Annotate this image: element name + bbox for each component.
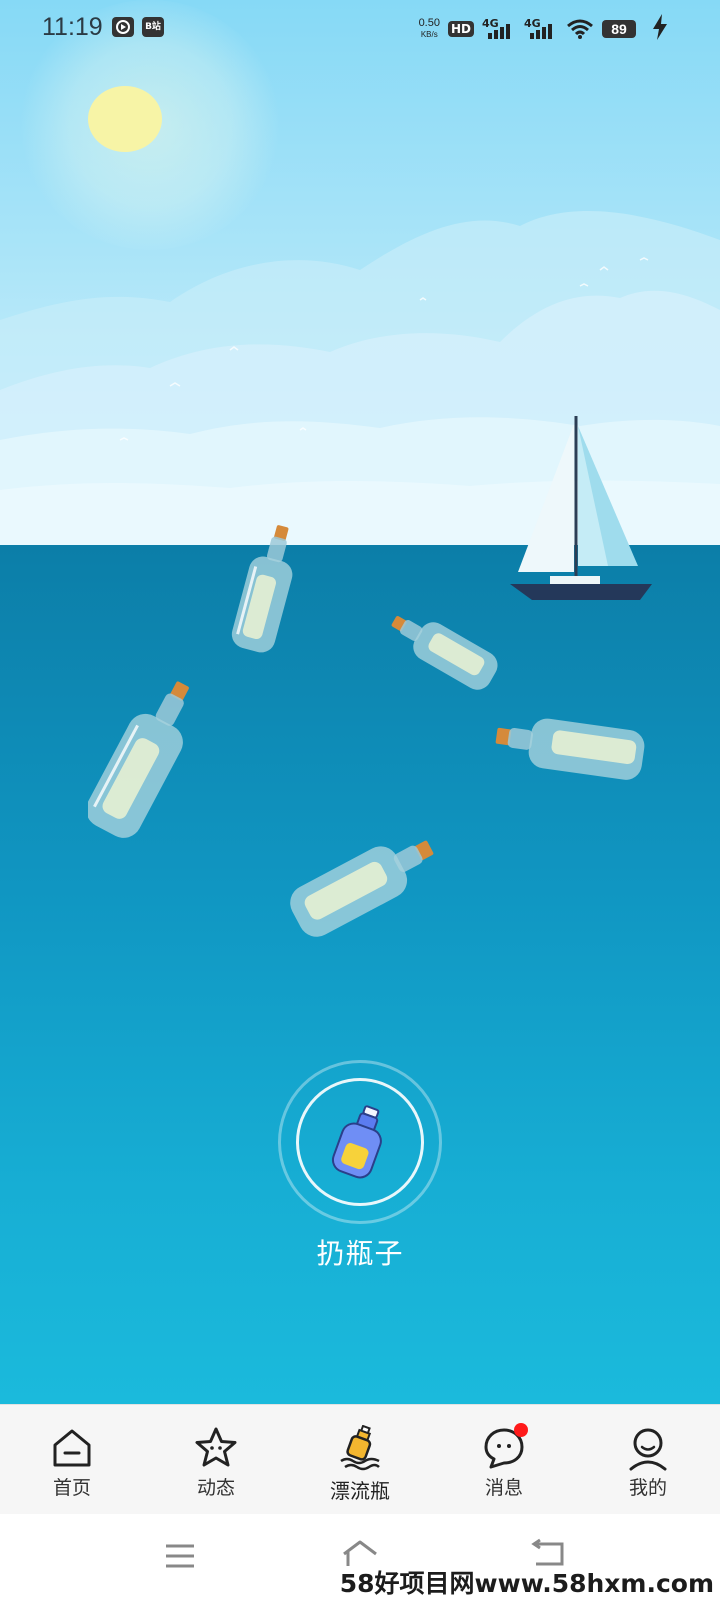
signal-sim2-icon: 4G	[524, 17, 558, 41]
status-time: 11:19	[42, 13, 103, 41]
bottle-icon	[331, 1105, 382, 1179]
tab-moments-label: 动态	[196, 1477, 235, 1499]
tab-home-label: 首页	[52, 1477, 91, 1499]
signal-sim1-icon: 4G	[482, 17, 516, 41]
ocean-scene: 扔瓶子	[0, 0, 720, 1404]
watermark: 58好项目网www.58hxm.com	[339, 1569, 714, 1598]
tab-drift-bottle[interactable]: 漂流瓶	[288, 1405, 432, 1515]
tab-profile-label: 我的	[628, 1477, 667, 1499]
home-icon	[53, 1429, 91, 1467]
throw-bottle-button[interactable]	[278, 1060, 442, 1224]
sailboat	[510, 416, 652, 600]
charging-icon	[653, 14, 667, 40]
throw-bottle-label[interactable]: 扔瓶子	[260, 1232, 460, 1272]
floating-bottle[interactable]	[88, 670, 198, 850]
video-app-icon	[112, 17, 134, 37]
unread-badge	[514, 1423, 528, 1437]
battery-level: 89	[602, 20, 636, 38]
profile-icon	[629, 1428, 667, 1471]
status-bar: 11:19 B站 0.50 KB/s HD 4G 4G 89	[0, 0, 720, 58]
net-speed: 0.50 KB/s	[419, 18, 440, 40]
tab-drift-bottle-label: 漂流瓶	[330, 1479, 390, 1503]
floating-bottle[interactable]	[276, 820, 446, 950]
net-speed-value: 0.50	[418, 17, 440, 29]
menu-icon[interactable]	[160, 1536, 200, 1576]
wifi-icon	[567, 19, 593, 39]
floating-bottle[interactable]	[226, 520, 306, 660]
drift-bottle-icon	[340, 1425, 380, 1471]
tab-messages-label: 消息	[484, 1477, 523, 1499]
hd-badge: HD	[447, 21, 474, 37]
tab-home[interactable]: 首页	[0, 1405, 144, 1515]
tv-app-icon-text: B站	[145, 22, 161, 32]
system-nav-bar: 58好项目网www.58hxm.com	[0, 1514, 720, 1600]
status-icons: 0.50 KB/s HD 4G 4G 89	[419, 14, 636, 44]
star-icon	[195, 1427, 237, 1467]
tab-profile[interactable]: 我的	[576, 1405, 720, 1515]
sun	[88, 86, 162, 152]
tv-app-icon: B站	[142, 17, 164, 37]
floating-bottle[interactable]	[380, 600, 510, 700]
tab-messages[interactable]: 消息	[432, 1405, 576, 1515]
tab-moments[interactable]: 动态	[144, 1405, 288, 1515]
net-speed-unit: KB/s	[420, 30, 438, 39]
floating-bottle[interactable]	[490, 714, 650, 804]
bottom-nav: 首页 动态 漂流瓶 消息 我的	[0, 1404, 720, 1515]
